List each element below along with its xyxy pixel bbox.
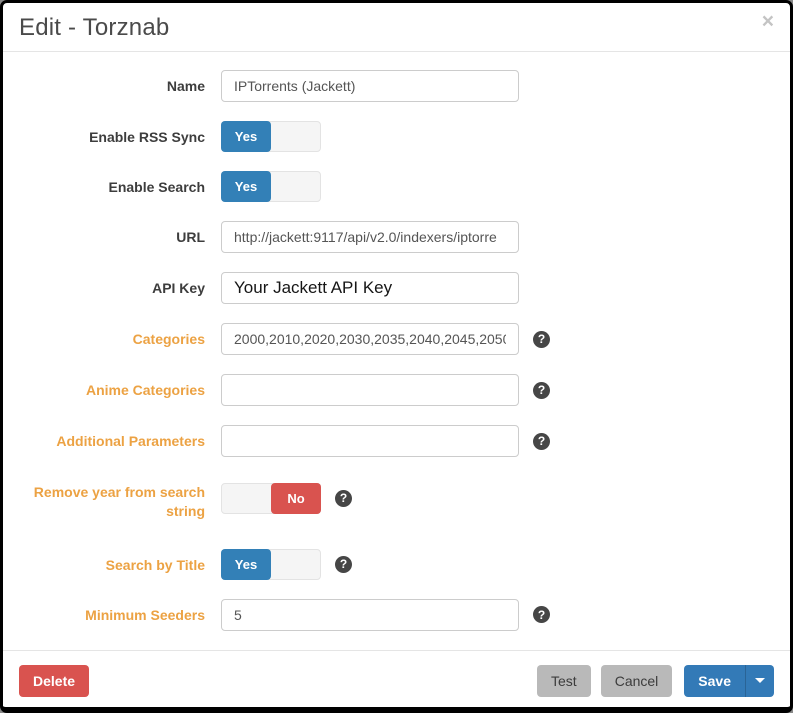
delete-button[interactable]: Delete [19, 665, 89, 697]
form-row-remove-year: Remove year from search string No ? [19, 476, 774, 521]
enable-rss-label: Enable RSS Sync [19, 121, 205, 152]
help-icon[interactable]: ? [533, 382, 550, 399]
anime-categories-input[interactable] [221, 374, 519, 406]
form-row-enable-rss: Enable RSS Sync Yes [19, 121, 774, 152]
name-label: Name [19, 70, 205, 102]
help-icon[interactable]: ? [533, 433, 550, 450]
toggle-state-label: Yes [221, 549, 271, 580]
search-by-title-label: Search by Title [19, 549, 205, 580]
categories-input[interactable] [221, 323, 519, 355]
form-row-categories: Categories ? [19, 323, 774, 355]
minimum-seeders-label: Minimum Seeders [19, 599, 205, 631]
minimum-seeders-input[interactable] [221, 599, 519, 631]
edit-torznab-modal: Edit - Torznab × Name Enable RSS Sync Ye… [0, 0, 793, 713]
form-row-anime-categories: Anime Categories ? [19, 374, 774, 406]
toggle-state-label: Yes [221, 121, 271, 152]
modal-title: Edit - Torznab [19, 14, 774, 42]
close-icon[interactable]: × [762, 11, 774, 32]
form-row-api-key: API Key [19, 272, 774, 304]
enable-search-toggle[interactable]: Yes [221, 171, 321, 202]
help-icon[interactable]: ? [335, 556, 352, 573]
form-row-name: Name [19, 70, 774, 102]
additional-parameters-label: Additional Parameters [19, 425, 205, 457]
toggle-state-label: Yes [221, 171, 271, 202]
cancel-button[interactable]: Cancel [601, 665, 673, 697]
anime-categories-label: Anime Categories [19, 374, 205, 406]
help-icon[interactable]: ? [533, 331, 550, 348]
enable-search-label: Enable Search [19, 171, 205, 202]
test-button[interactable]: Test [537, 665, 591, 697]
name-input[interactable] [221, 70, 519, 102]
search-by-title-toggle[interactable]: Yes [221, 549, 321, 580]
modal-footer: Delete Test Cancel Save [3, 650, 790, 711]
save-split-button: Save [684, 665, 774, 697]
form-row-search-by-title: Search by Title Yes ? [19, 549, 774, 580]
enable-rss-toggle[interactable]: Yes [221, 121, 321, 152]
url-input[interactable] [221, 221, 519, 253]
additional-parameters-input[interactable] [221, 425, 519, 457]
save-dropdown-button[interactable] [745, 665, 774, 697]
form-row-minimum-seeders: Minimum Seeders ? [19, 599, 774, 631]
api-key-input[interactable] [221, 272, 519, 304]
form-row-url: URL [19, 221, 774, 253]
toggle-state-label: No [271, 483, 321, 514]
form-row-additional-parameters: Additional Parameters ? [19, 425, 774, 457]
modal-body: Name Enable RSS Sync Yes Enable Search Y… [3, 52, 790, 650]
save-button[interactable]: Save [684, 665, 745, 697]
remove-year-label: Remove year from search string [19, 476, 205, 521]
api-key-label: API Key [19, 272, 205, 304]
chevron-down-icon [755, 678, 765, 683]
remove-year-toggle[interactable]: No [221, 483, 321, 514]
url-label: URL [19, 221, 205, 253]
modal-header: Edit - Torznab × [3, 3, 790, 52]
help-icon[interactable]: ? [335, 490, 352, 507]
categories-label: Categories [19, 323, 205, 355]
form-row-enable-search: Enable Search Yes [19, 171, 774, 202]
help-icon[interactable]: ? [533, 606, 550, 623]
